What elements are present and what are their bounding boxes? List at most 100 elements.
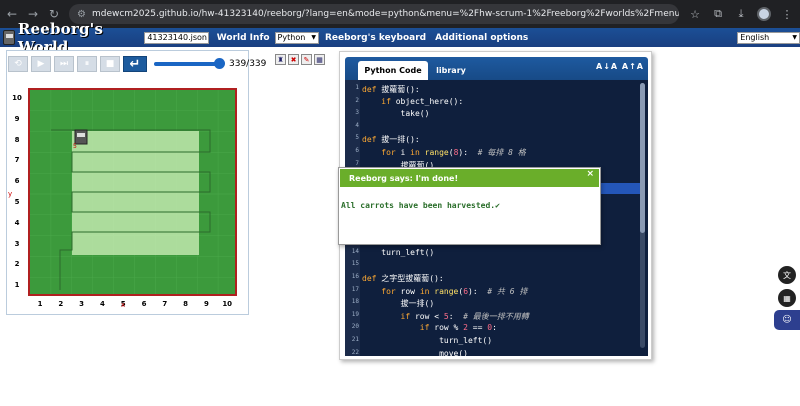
- avatar[interactable]: [757, 7, 771, 21]
- line-number: 18: [351, 298, 359, 306]
- step-counter: 339/339: [229, 59, 267, 69]
- url-text: mdewcm2025.github.io/hw-41323140/reeborg…: [91, 9, 679, 19]
- y-axis-label: 4: [14, 218, 20, 227]
- reload-icon: ⟲: [14, 59, 22, 69]
- x-axis-label: 4: [99, 300, 105, 308]
- world-tool-icons: ♜ ✖ ✎ ▦: [275, 54, 325, 65]
- site-info-icon[interactable]: ⚙: [77, 9, 86, 20]
- run-icon: ▶: [37, 59, 45, 69]
- download-icon[interactable]: ⤓: [734, 7, 748, 21]
- code-line: take(): [362, 109, 430, 119]
- pause-button[interactable]: ⏸: [77, 56, 97, 72]
- step-icon: ⏭: [59, 59, 69, 69]
- reeborg-dialog: Reeborg says: I'm done! × All carrots ha…: [338, 167, 601, 245]
- address-bar[interactable]: ⚙ mdewcm2025.github.io/hw-41323140/reebo…: [69, 4, 679, 24]
- world-grid: 5: [28, 88, 237, 296]
- line-number: 16: [351, 273, 359, 280]
- x-axis-label: 1: [37, 300, 43, 308]
- chevron-down-icon: ▼: [311, 34, 316, 41]
- additional-options-button[interactable]: Additional options: [435, 33, 528, 43]
- code-line: for i in range(8): # 每排 8 格: [381, 148, 526, 157]
- code-line: turn_left(): [362, 336, 493, 345]
- code-line: 拔一排(): [362, 299, 435, 309]
- tab-python-code[interactable]: Python Code: [358, 61, 428, 80]
- back-icon[interactable]: ←: [6, 7, 18, 21]
- y-axis-label: 7: [14, 156, 20, 165]
- line-number: 5: [355, 134, 359, 142]
- reload-button[interactable]: ⟲: [8, 56, 28, 72]
- y-axis-letter: y: [8, 190, 13, 198]
- translate-icon[interactable]: 文: [778, 266, 796, 284]
- slider-thumb[interactable]: [214, 58, 225, 69]
- tab-library[interactable]: library: [431, 61, 471, 80]
- scrollbar-thumb[interactable]: [640, 83, 645, 233]
- line-number: 6: [355, 147, 359, 154]
- x-axis-label: 8: [183, 300, 189, 308]
- code-line: turn_left(): [362, 247, 435, 257]
- line-number: 1: [355, 84, 359, 91]
- robot: [74, 129, 88, 145]
- discord-icon[interactable]: ☺: [774, 310, 800, 330]
- chart-icon[interactable]: ▦: [314, 54, 325, 65]
- line-number: 20: [351, 323, 359, 331]
- x-axis-label: 2: [58, 300, 64, 308]
- y-axis-label: 10: [12, 94, 22, 102]
- line-number: 21: [351, 336, 359, 343]
- world-info-button[interactable]: World Info: [217, 33, 270, 43]
- pause-icon: ⏸: [84, 59, 90, 69]
- x-axis-label: 9: [203, 300, 209, 308]
- line-number: 2: [355, 96, 359, 104]
- y-axis-label: 1: [14, 281, 20, 290]
- star-icon[interactable]: ☆: [688, 8, 702, 21]
- mode-select[interactable]: Python ▼: [274, 31, 319, 44]
- speed-slider[interactable]: [154, 58, 225, 69]
- keyboard-button[interactable]: Reeborg's keyboard: [325, 33, 426, 43]
- y-axis-label: 5: [14, 198, 20, 206]
- extensions-icon[interactable]: ⧉: [711, 7, 725, 21]
- harvested-area: [72, 131, 199, 255]
- edit-icon[interactable]: ✎: [301, 54, 312, 65]
- step-button[interactable]: ⏭: [54, 56, 74, 72]
- y-axis-label: 8: [14, 135, 20, 144]
- stop-button[interactable]: ■: [100, 56, 120, 72]
- editor-scrollbar[interactable]: [640, 83, 645, 348]
- grid-icon[interactable]: ▦: [778, 289, 796, 307]
- return-button[interactable]: ↵: [123, 56, 147, 72]
- robot-icon: [3, 30, 15, 45]
- run-controls: ⟲ ▶ ⏭ ⏸ ■ ↵ 339/339: [8, 55, 266, 73]
- run-button[interactable]: ▶: [31, 56, 51, 72]
- app-logo: Reeborg's World: [0, 20, 144, 56]
- code-line: move(): [362, 348, 468, 356]
- code-line: def 之字型拔蘿蔔():: [362, 274, 444, 283]
- menu-icon[interactable]: ⋮: [780, 8, 794, 21]
- line-number: 17: [351, 285, 359, 293]
- code-line: for row in range(6): # 共 6 排: [381, 286, 528, 296]
- font-size-controls[interactable]: A↓A A↑A: [596, 62, 644, 71]
- line-number: 15: [351, 260, 359, 268]
- x-axis-label: 7: [162, 300, 168, 308]
- world-select[interactable]: 41323140.json ✓▼: [144, 31, 209, 44]
- y-axis-label: 6: [14, 177, 20, 186]
- y-axis-label: 3: [14, 239, 20, 248]
- line-number: 3: [355, 109, 359, 117]
- close-icon[interactable]: ×: [586, 169, 594, 179]
- line-number: 7: [355, 159, 359, 167]
- robot-view-icon[interactable]: ♜: [275, 54, 286, 65]
- x-axis-label: 3: [79, 300, 85, 308]
- robot-face: [77, 133, 85, 137]
- app-menubar: Reeborg's World 41323140.json ✓▼ World I…: [0, 20, 800, 56]
- line-number: 22: [351, 348, 359, 356]
- x-axis-label: 10: [222, 300, 233, 308]
- stop-icon: ■: [105, 59, 115, 69]
- code-line: if row < 5: # 最後一排不用轉: [400, 311, 529, 321]
- code-line: if row % 2 == 0:: [419, 323, 497, 333]
- clear-icon[interactable]: ✖: [288, 54, 299, 65]
- language-select[interactable]: English ▼: [737, 31, 800, 44]
- world-select-value: 41323140.json ✓: [147, 33, 207, 42]
- y-axis-label: 2: [14, 260, 20, 269]
- dialog-message: All carrots have been harvested.✔: [341, 201, 500, 210]
- code-line: def 拔一排():: [362, 135, 420, 145]
- y-axis-label: 9: [14, 114, 20, 123]
- x-axis-label: 6: [141, 300, 147, 308]
- return-icon: ↵: [129, 56, 141, 72]
